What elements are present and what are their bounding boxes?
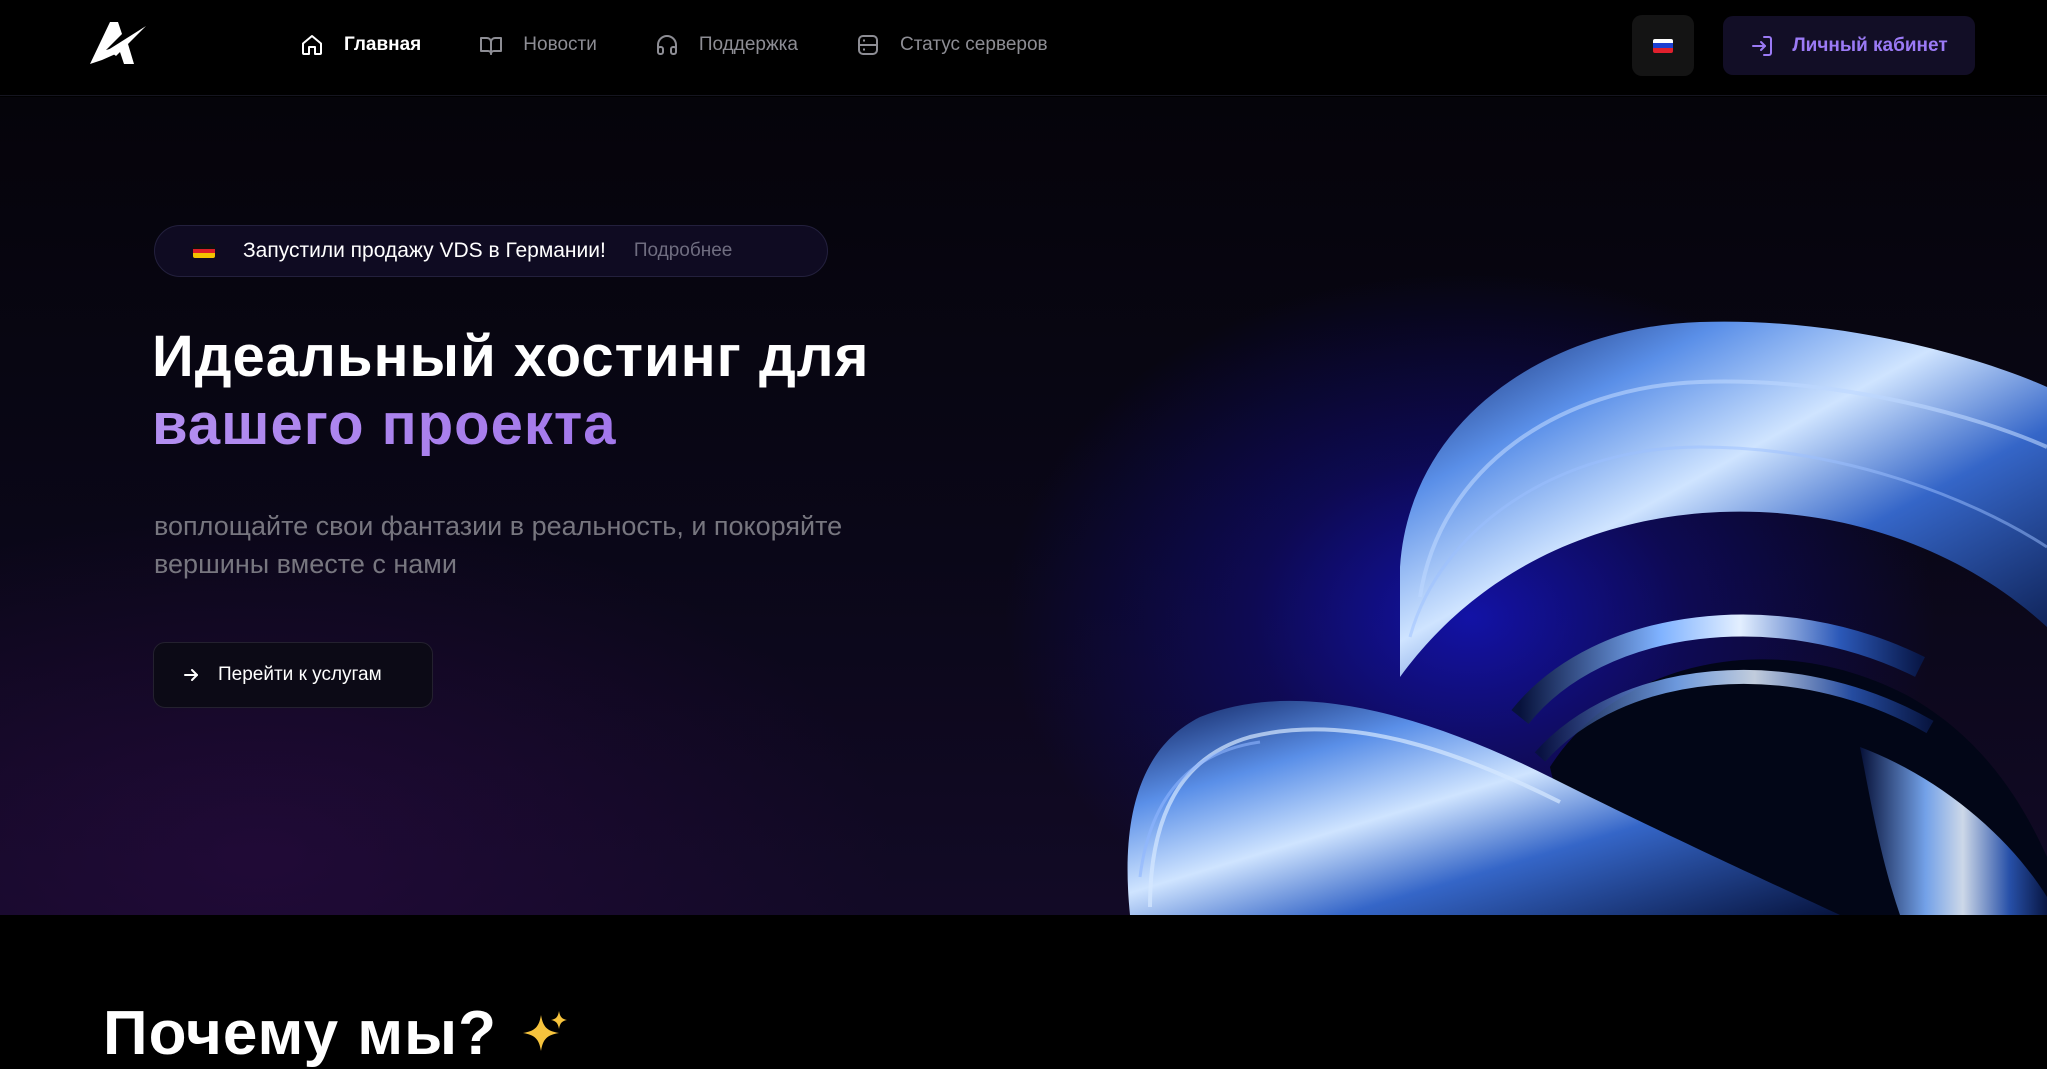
announcement-pill[interactable]: Запустили продажу VDS в Германии! Подроб… — [154, 225, 828, 277]
de-flag-icon — [193, 244, 215, 258]
ru-flag-icon — [1653, 38, 1673, 53]
nav-item-news-label: Новости — [523, 34, 597, 55]
why-us-heading: Почему мы? — [103, 998, 569, 1069]
nav-item-news[interactable]: Новости — [479, 33, 597, 57]
personal-cabinet-label: Личный кабинет — [1792, 34, 1948, 56]
why-us-title: Почему мы? — [103, 999, 497, 1068]
top-navbar: Главная Новости Поддержка Статус серверо… — [0, 0, 2047, 96]
personal-cabinet-button[interactable]: Личный кабинет — [1723, 16, 1975, 75]
main-nav: Главная Новости Поддержка Статус серверо… — [300, 0, 1048, 90]
hero-title-line2: вашего проекта — [152, 391, 869, 459]
hero-rings-illustration — [1127, 321, 2047, 915]
book-icon — [480, 37, 503, 55]
nav-item-home[interactable]: Главная — [300, 33, 421, 57]
headphones-icon — [656, 35, 677, 55]
hero-title-line1: Идеальный хостинг для — [152, 324, 870, 389]
home-icon — [302, 35, 322, 55]
nav-item-support-label: Поддержка — [698, 34, 798, 55]
nav-item-support[interactable]: Поддержка — [655, 33, 798, 57]
hero-subtitle-line1: воплощайте свои фантазии в реальность, и… — [154, 511, 843, 541]
hero-subtitle: воплощайте свои фантазии в реальность, и… — [154, 507, 934, 583]
nav-item-server-status[interactable]: Статус серверов — [856, 33, 1048, 57]
go-to-services-button[interactable]: Перейти к услугам — [153, 642, 433, 708]
nav-item-home-label: Главная — [344, 34, 422, 55]
language-switcher[interactable] — [1632, 15, 1694, 76]
hero-section: Запустили продажу VDS в Германии! Подроб… — [0, 97, 2047, 915]
hero-subtitle-line2: вершины вместе с нами — [154, 549, 457, 579]
announcement-more-link[interactable]: Подробнее — [634, 240, 733, 262]
go-to-services-label: Перейти к услугам — [218, 664, 382, 685]
login-icon — [1752, 35, 1773, 56]
sparkles-icon — [523, 1010, 567, 1051]
hero-title: Идеальный хостинг для вашего проекта — [152, 323, 869, 459]
server-icon — [857, 35, 878, 55]
announcement-text: Запустили продажу VDS в Германии! — [243, 239, 606, 262]
nav-item-server-status-label: Статус серверов — [899, 34, 1048, 55]
logo-icon[interactable] — [88, 20, 146, 66]
arrow-right-icon — [184, 669, 198, 681]
